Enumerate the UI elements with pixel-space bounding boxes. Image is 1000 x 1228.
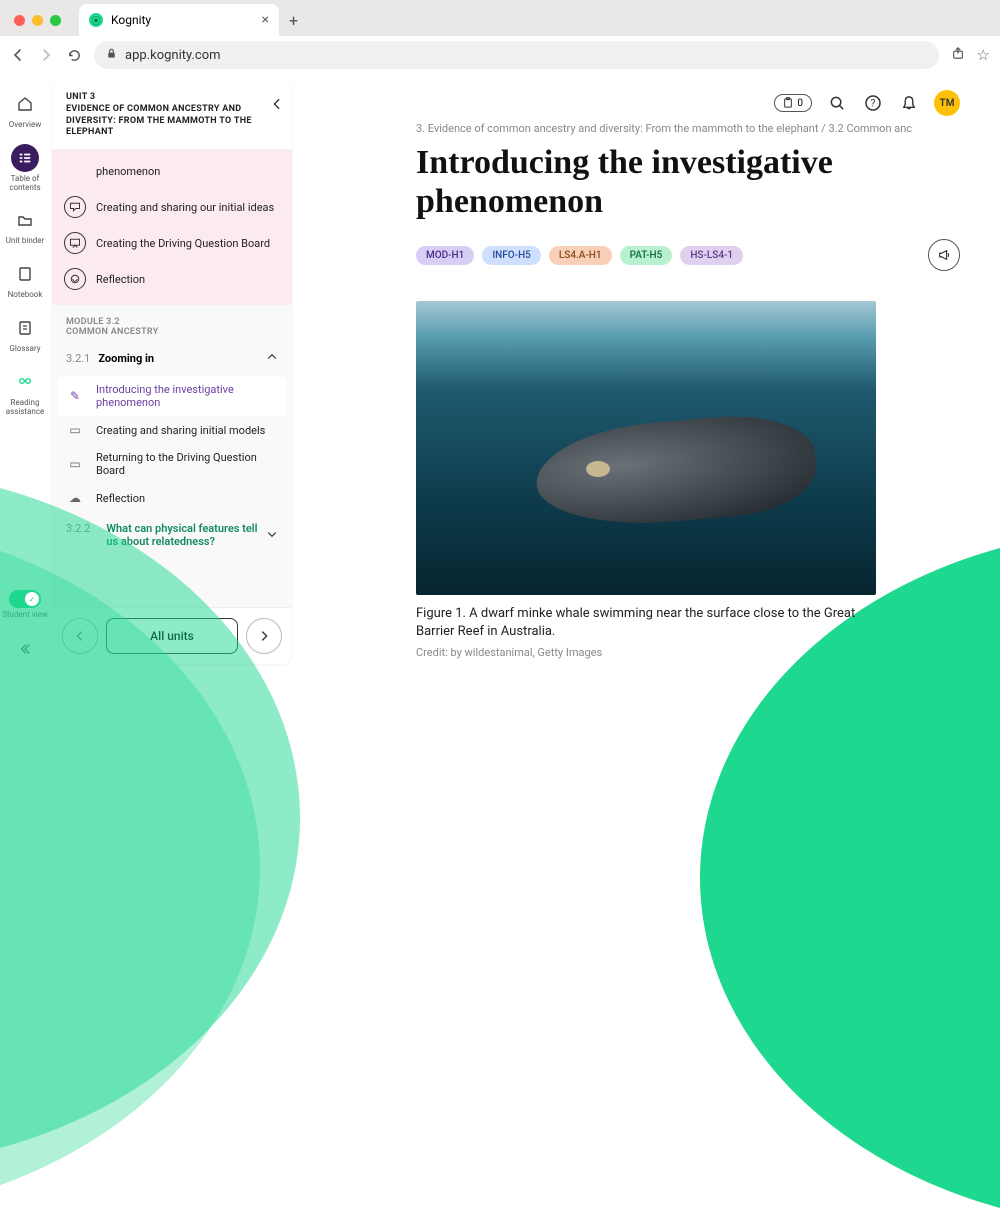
- toc-item[interactable]: ▭ Creating and sharing initial models: [58, 416, 286, 444]
- all-units-button[interactable]: All units: [106, 618, 238, 654]
- book-icon: ▭: [64, 457, 86, 471]
- address-bar[interactable]: app.kognity.com: [94, 41, 939, 69]
- next-unit-button[interactable]: [246, 618, 282, 654]
- figure-caption: Figure 1. A dwarf minke whale swimming n…: [416, 605, 876, 641]
- figure-credit: Credit: by wildestanimal, Getty Images: [416, 646, 876, 659]
- notifications-icon[interactable]: [898, 92, 920, 114]
- window-controls: [10, 15, 69, 36]
- chat-icon: [64, 196, 86, 218]
- forward-button[interactable]: [38, 47, 54, 63]
- clipboard-icon: [783, 97, 793, 109]
- breadcrumb: 3. Evidence of common ancestry and diver…: [416, 122, 960, 135]
- content-area: 0 ? TM 3. Evidence of common ancestry an…: [296, 74, 1000, 668]
- collapse-rail-icon[interactable]: [10, 634, 40, 668]
- tag[interactable]: HS-LS4-1: [680, 246, 743, 265]
- avatar[interactable]: TM: [934, 90, 960, 116]
- help-icon[interactable]: ?: [862, 92, 884, 114]
- toc-item-active[interactable]: ✎ Introducing the investigative phenomen…: [58, 376, 286, 416]
- tag[interactable]: PAT-H5: [620, 246, 673, 265]
- close-window-icon[interactable]: [14, 15, 25, 26]
- toc-item[interactable]: Reflection: [58, 261, 286, 297]
- figure: Figure 1. A dwarf minke whale swimming n…: [416, 301, 876, 658]
- toc-item[interactable]: Creating the Driving Question Board: [58, 225, 286, 261]
- browser-chrome: ⦿ Kognity × + app.kognity.com ☆: [0, 0, 1000, 74]
- rail-notebook[interactable]: Notebook: [8, 260, 43, 300]
- tag[interactable]: MOD-H1: [416, 246, 474, 265]
- tags-row: MOD-H1 INFO-H5 LS4.A-H1 PAT-H5 HS-LS4-1: [416, 239, 960, 271]
- rail-overview[interactable]: Overview: [9, 90, 41, 130]
- toc-header: UNIT 3 EVIDENCE OF COMMON ANCESTRY AND D…: [52, 78, 292, 149]
- close-tab-icon[interactable]: ×: [262, 12, 269, 28]
- reload-button[interactable]: [66, 47, 82, 63]
- student-view-toggle[interactable]: ✓ Student view: [2, 590, 48, 620]
- tag[interactable]: LS4.A-H1: [549, 246, 612, 265]
- search-icon[interactable]: [826, 92, 848, 114]
- rail-toc[interactable]: Table of contents: [0, 144, 50, 193]
- chevron-up-icon: [266, 351, 278, 366]
- lock-icon: [106, 48, 117, 62]
- toc-item[interactable]: phenomenon: [58, 153, 286, 189]
- section-toggle[interactable]: 3.2.2What can physical features tell us …: [58, 512, 286, 558]
- maximize-window-icon[interactable]: [50, 15, 61, 26]
- back-button[interactable]: [10, 47, 26, 63]
- prev-unit-button[interactable]: [62, 618, 98, 654]
- module-heading: MODULE 3.2 COMMON ANCESTRY: [58, 305, 286, 341]
- tag[interactable]: INFO-H5: [482, 246, 541, 265]
- page-title: Introducing the investigative phenomenon: [416, 143, 960, 221]
- svg-text:?: ?: [871, 99, 876, 110]
- cloud-icon: ☁: [64, 491, 86, 505]
- rail-unit-binder[interactable]: Unit binder: [6, 206, 44, 246]
- toc-item[interactable]: ▭ Returning to the Driving Question Boar…: [58, 444, 286, 484]
- left-rail: Overview Table of contents Unit binder N…: [0, 74, 50, 668]
- toc-panel: UNIT 3 EVIDENCE OF COMMON ANCESTRY AND D…: [52, 78, 292, 664]
- chevron-down-icon: [266, 528, 278, 543]
- toc-item[interactable]: ☁ Reflection: [58, 484, 286, 512]
- minimize-window-icon[interactable]: [32, 15, 43, 26]
- megaphone-icon[interactable]: [928, 239, 960, 271]
- favicon-icon: ⦿: [89, 13, 103, 27]
- share-icon[interactable]: [951, 46, 965, 64]
- reflection-icon: [64, 268, 86, 290]
- url-text: app.kognity.com: [125, 48, 221, 63]
- browser-tab[interactable]: ⦿ Kognity ×: [79, 4, 279, 36]
- bookmark-icon[interactable]: ☆: [977, 46, 990, 64]
- book-icon: ▭: [64, 423, 86, 437]
- whale-image: [416, 301, 876, 595]
- new-tab-button[interactable]: +: [279, 11, 308, 36]
- pencil-icon: ✎: [64, 389, 86, 403]
- section-toggle[interactable]: 3.2.1Zooming in: [58, 341, 286, 376]
- board-icon: [64, 232, 86, 254]
- clipboard-count[interactable]: 0: [774, 94, 812, 112]
- toc-item[interactable]: Creating and sharing our initial ideas: [58, 189, 286, 225]
- chevron-left-icon[interactable]: [270, 96, 284, 115]
- tab-title: Kognity: [111, 13, 254, 27]
- rail-reading-assistance[interactable]: Reading assistance: [0, 368, 50, 417]
- rail-glossary[interactable]: Glossary: [9, 314, 40, 354]
